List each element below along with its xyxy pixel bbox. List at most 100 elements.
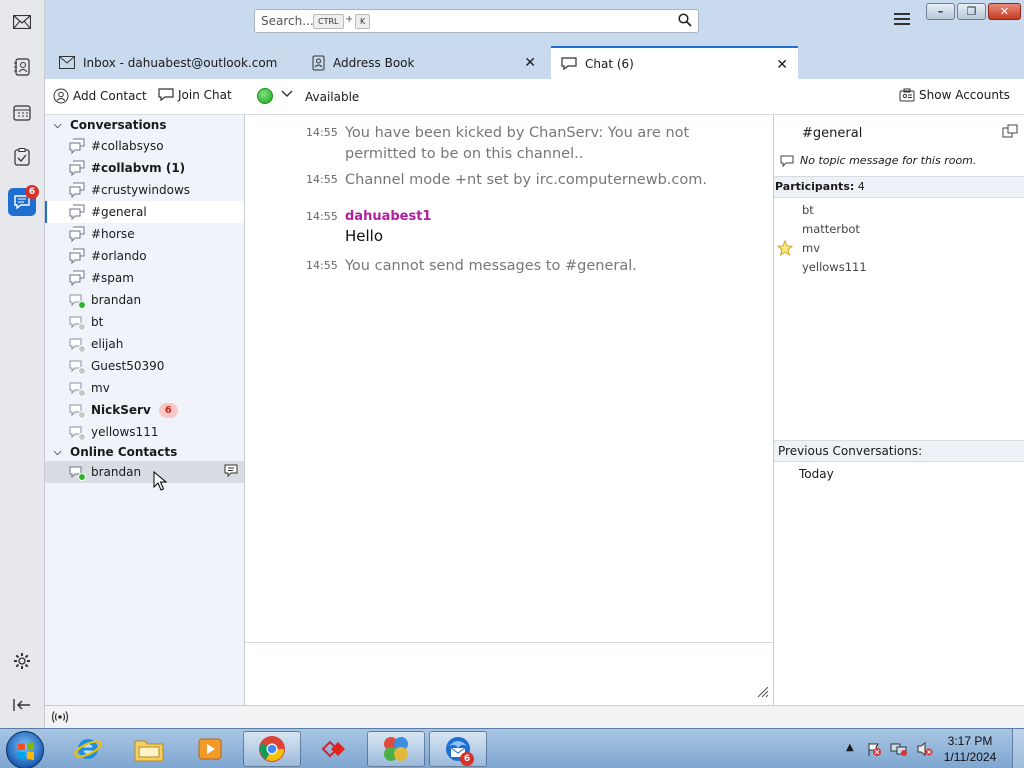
chevron-down-icon[interactable]: ⌵ <box>45 120 70 131</box>
close-tab-icon[interactable]: ✕ <box>524 55 536 71</box>
contact-icon <box>69 292 86 309</box>
internet-explorer-taskbar-icon[interactable] <box>59 731 117 767</box>
online-contact-brandan[interactable]: brandan <box>45 461 244 483</box>
conversation-channel[interactable]: #collabvm (1) <box>45 157 244 179</box>
conversation-pane: 14:55 You have been kicked by ChanServ: … <box>245 115 773 642</box>
message-time: 14:55 <box>306 173 338 186</box>
conversation-name: #general <box>91 205 147 219</box>
topic-text: No topic message for this room. <box>800 154 977 167</box>
conversation-contact[interactable]: mv <box>45 377 244 399</box>
join-chat-button[interactable]: Join Chat <box>158 88 232 102</box>
system-message: 14:55 You have been kicked by ChanServ: … <box>245 123 773 167</box>
tasks-space-icon[interactable] <box>8 143 36 171</box>
show-desktop-button[interactable] <box>1012 729 1024 768</box>
message-time: 14:55 <box>306 126 338 139</box>
room-topic: No topic message for this room. <box>780 154 976 167</box>
conversation-contact[interactable]: brandan <box>45 289 244 311</box>
conversation-channel[interactable]: #horse <box>45 223 244 245</box>
action-center-flag-icon[interactable] <box>866 741 882 760</box>
chrome-taskbar-icon[interactable] <box>243 731 301 767</box>
network-icon[interactable] <box>890 741 908 760</box>
resize-grip-icon[interactable] <box>757 686 769 701</box>
show-accounts-button[interactable]: Show Accounts <box>899 88 1010 102</box>
contact-icon <box>69 402 86 419</box>
status-label[interactable]: Available <box>305 90 359 104</box>
message-text: You have been kicked by ChanServ: You ar… <box>345 125 690 162</box>
anydesk-taskbar-icon[interactable] <box>305 731 363 767</box>
participants-header: Participants: 4 <box>774 176 1024 198</box>
previous-conversation-today[interactable]: Today <box>799 467 834 481</box>
online-contacts-group-header[interactable]: ⌵ Online Contacts <box>45 442 245 462</box>
start-chat-icon[interactable] <box>224 464 240 481</box>
add-contact-button[interactable]: Add Contact <box>53 88 147 104</box>
conversation-channel[interactable]: #spam <box>45 267 244 289</box>
settings-gear-icon[interactable] <box>8 647 36 675</box>
conversation-contact[interactable]: elijah <box>45 333 244 355</box>
minimize-button[interactable]: – <box>926 3 955 20</box>
conversation-channel[interactable]: #orlando <box>45 245 244 267</box>
start-button[interactable] <box>6 731 44 768</box>
close-window-button[interactable]: ✕ <box>988 3 1021 20</box>
participant[interactable]: matterbot <box>802 222 860 236</box>
conversation-name: #horse <box>91 227 135 241</box>
conversation-name: elijah <box>91 337 124 351</box>
conversation-contact[interactable]: yellows111 <box>45 421 244 443</box>
mail-space-icon[interactable] <box>8 8 36 36</box>
online-status-icon[interactable] <box>51 710 69 727</box>
participant[interactable]: mv <box>802 241 820 255</box>
tab-inbox[interactable]: Inbox - dahuabest@outlook.com <box>49 46 297 79</box>
conversation-channel[interactable]: #collabsyso <box>45 135 244 157</box>
tab-chat[interactable]: Chat (6) ✕ <box>551 46 798 80</box>
conversation-name: NickServ <box>91 403 151 417</box>
shortcut-key-ctrl: CTRL <box>313 14 344 29</box>
conversation-contact[interactable]: Guest50390 <box>45 355 244 377</box>
control-panel-taskbar-icon[interactable] <box>367 731 425 767</box>
spaces-toolbar: 6 <box>0 0 45 728</box>
operator-star-icon <box>776 239 794 259</box>
thunderbird-taskbar-icon[interactable]: 6 <box>429 731 487 767</box>
user-message: 14:55 dahuabest1 Hello <box>245 209 773 249</box>
app-menu-icon[interactable] <box>894 13 910 27</box>
conversations-group-header[interactable]: ⌵ Conversations <box>45 115 245 135</box>
mail-icon <box>59 56 75 69</box>
mouse-cursor-icon <box>153 471 167 491</box>
file-explorer-taskbar-icon[interactable] <box>120 731 178 767</box>
conversation-contact[interactable]: NickServ 6 <box>45 399 244 421</box>
contact-icon <box>69 358 86 375</box>
conversation-contact[interactable]: bt <box>45 311 244 333</box>
close-tab-icon[interactable]: ✕ <box>776 57 788 73</box>
open-in-window-icon[interactable] <box>1002 124 1018 141</box>
calendar-space-icon[interactable] <box>8 98 36 126</box>
search-icon[interactable] <box>678 13 692 30</box>
contact-icon <box>69 380 86 397</box>
chevron-down-icon[interactable]: ⌵ <box>45 447 70 458</box>
participant[interactable]: yellows111 <box>802 260 867 274</box>
participants-count: 4 <box>857 180 865 193</box>
chevron-down-icon[interactable] <box>281 87 293 101</box>
unread-badge: 6 <box>158 402 178 418</box>
collapse-spaces-icon[interactable] <box>8 691 36 719</box>
channel-icon <box>69 182 85 198</box>
participant[interactable]: bt <box>802 203 814 217</box>
address-book-space-icon[interactable] <box>8 53 36 81</box>
participants-label: Participants: <box>775 180 855 193</box>
show-hidden-icons-icon[interactable]: ▲ <box>846 742 854 753</box>
contacts-sidebar: ⌵ Conversations #collabsyso #collabvm (1)… <box>45 115 245 705</box>
channel-icon <box>69 248 85 264</box>
channel-icon <box>69 138 85 154</box>
restore-button[interactable]: ❐ <box>957 3 986 20</box>
conversation-channel[interactable]: #crustywindows <box>45 179 244 201</box>
tab-address-book[interactable]: Address Book ✕ <box>301 46 546 79</box>
volume-muted-icon[interactable] <box>916 741 934 760</box>
conversation-channel[interactable]: #general <box>45 201 244 223</box>
group-label: Conversations <box>70 118 167 132</box>
message-input[interactable] <box>245 642 773 705</box>
contact-icon <box>69 464 86 481</box>
tab-strip: Inbox - dahuabest@outlook.com Address Bo… <box>45 46 1024 80</box>
taskbar-clock[interactable]: 3:17 PM 1/11/2024 <box>940 733 1000 765</box>
status-available-icon[interactable] <box>257 88 273 104</box>
media-player-taskbar-icon[interactable] <box>181 731 239 767</box>
global-search-input[interactable]: Search... CTRL + K <box>254 9 699 33</box>
join-chat-icon <box>158 88 174 102</box>
shortcut-plus: + <box>345 14 354 25</box>
